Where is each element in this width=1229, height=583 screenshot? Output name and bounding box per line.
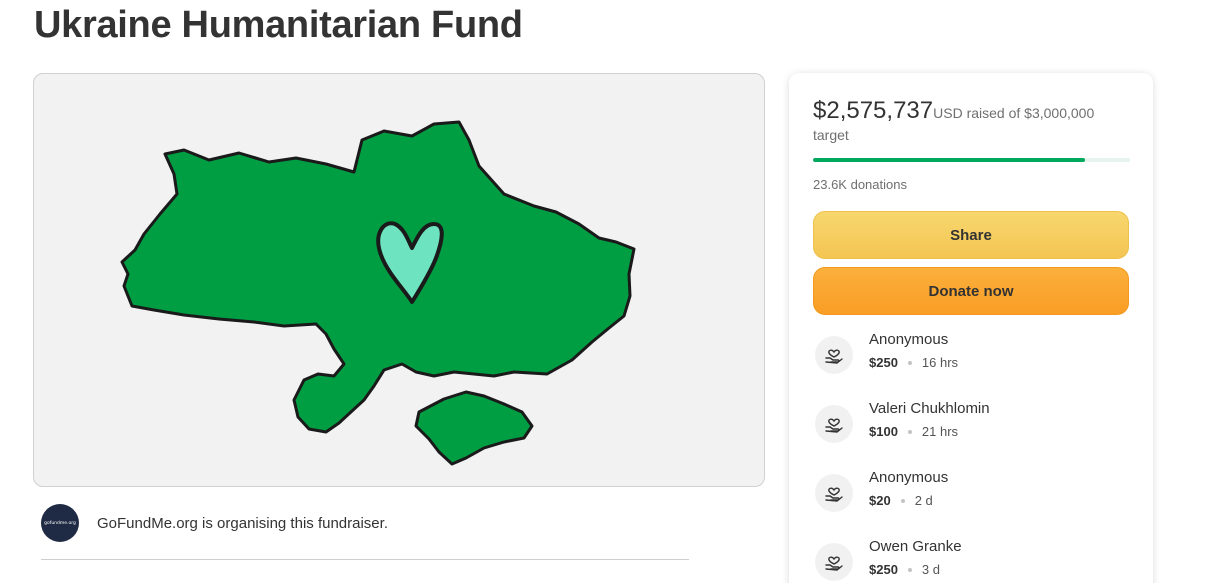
- organiser-row: gofundme.org GoFundMe.org is organising …: [41, 504, 388, 542]
- donor-time: 16 hrs: [921, 355, 959, 370]
- donor-time: 2 d: [914, 493, 933, 508]
- section-divider: [41, 559, 689, 560]
- organiser-avatar[interactable]: gofundme.org: [41, 504, 79, 542]
- separator-dot: [907, 567, 912, 572]
- donor-amount: $20: [869, 493, 891, 508]
- donation-heart-hand-icon: [815, 336, 853, 374]
- donation-card: $2,575,737USD raised of $3,000,000 targe…: [789, 73, 1153, 583]
- crimea-shape: [414, 390, 534, 466]
- donor-time: 21 hrs: [921, 424, 959, 439]
- fundraiser-hero-image[interactable]: [33, 73, 765, 487]
- donation-heart-hand-icon: [815, 405, 853, 443]
- donor-meta: $100 21 hrs: [869, 424, 958, 439]
- page-title: Ukraine Humanitarian Fund: [34, 4, 523, 46]
- donation-heart-hand-icon: [815, 474, 853, 512]
- donor-meta: $250 16 hrs: [869, 355, 958, 370]
- raised-amount: $2,575,737: [813, 97, 934, 124]
- donor-name: Anonymous: [869, 469, 949, 486]
- donation-heart-hand-icon: [815, 543, 853, 581]
- donor-name: Anonymous: [869, 331, 949, 348]
- separator-dot: [907, 360, 912, 365]
- donor-meta: $250 3 d: [869, 562, 940, 577]
- separator-dot: [907, 429, 912, 434]
- raised-summary: $2,575,737USD raised of $3,000,000 targe…: [813, 95, 1133, 147]
- donor-amount: $250: [869, 355, 898, 370]
- donor-item: Owen Granke $250 3 d: [813, 538, 1133, 583]
- donor-item: Valeri Chukhlomin $100 21 hrs: [813, 400, 1133, 450]
- organiser-text: GoFundMe.org is organising this fundrais…: [97, 514, 388, 532]
- donor-amount: $250: [869, 562, 898, 577]
- donor-name: Valeri Chukhlomin: [869, 400, 990, 417]
- share-button[interactable]: Share: [813, 211, 1129, 259]
- organiser-avatar-logo: gofundme.org: [44, 520, 76, 526]
- progress-bar: [813, 158, 1130, 162]
- donate-now-button[interactable]: Donate now: [813, 267, 1129, 315]
- donor-time: 3 d: [921, 562, 940, 577]
- donor-item: Anonymous $20 2 d: [813, 469, 1133, 519]
- donor-meta: $20 2 d: [869, 493, 933, 508]
- donor-item: Anonymous $250 16 hrs: [813, 331, 1133, 381]
- separator-dot: [900, 498, 905, 503]
- donations-count: 23.6K donations: [813, 177, 907, 192]
- donor-amount: $100: [869, 424, 898, 439]
- progress-bar-fill: [813, 158, 1086, 162]
- ukraine-map-image: [120, 120, 636, 466]
- ukraine-map-shape: [120, 120, 636, 434]
- donor-name: Owen Granke: [869, 538, 962, 555]
